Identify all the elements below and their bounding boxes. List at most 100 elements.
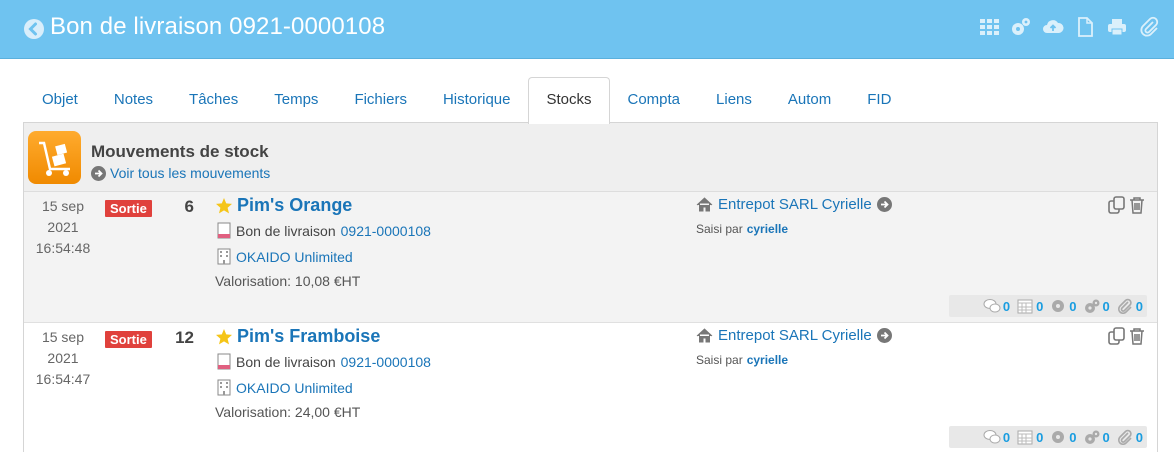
doc-label: Bon de livraison [236,353,336,370]
tasks-count[interactable]: 0 [1049,429,1077,445]
gears-icon [1084,430,1100,444]
delivery-note-icon [217,353,231,370]
valuation-value: 24,00 €HT [294,404,361,420]
duplicate-icon[interactable] [1108,196,1126,214]
gears-icon [1084,299,1100,313]
warehouse-name[interactable]: Entrepot SARL Cyrielle [718,327,872,344]
gear-icon [1052,300,1065,312]
comments-count-value: 0 [1002,298,1011,314]
tab-historique[interactable]: Historique [425,77,529,121]
tab-fid[interactable]: FID [849,77,909,121]
entered-by-user[interactable]: cyrielle [747,353,788,367]
trash-icon[interactable] [1129,327,1145,345]
gear-icon [1052,431,1065,443]
valuation-value: 10,08 €HT [294,273,361,289]
movement-row: 15 sep 2021 16:54:47 Sortie 12 Pim's Fra… [24,322,1157,453]
toolbar [978,16,1160,38]
hand-truck-icon [28,131,81,184]
back-arrow-icon[interactable] [24,19,44,39]
product[interactable]: Pim's Framboise [215,326,380,347]
tab-objet[interactable]: Objet [24,77,96,121]
row-stats: 0 0 0 0 0 [949,295,1147,317]
calendar-count-value: 0 [1036,429,1044,445]
company-name[interactable]: OKAIDO Unlimited [236,249,353,265]
files-count[interactable]: 0 [1116,298,1143,314]
tab-fichiers[interactable]: Fichiers [336,77,425,121]
arrow-right-circle-icon [91,165,106,181]
doc-link[interactable]: Bon de livraison 0921-0000108 [217,222,431,239]
automations-count-value: 0 [1102,298,1110,314]
arrow-right-circle-icon[interactable] [876,328,892,343]
printer-icon[interactable] [1106,16,1128,38]
entered-by: Saisi par cyrielle [696,353,788,367]
doc-ref[interactable]: 0921-0000108 [341,354,431,370]
comments-count[interactable]: 0 [983,298,1010,314]
building-icon [217,379,231,396]
tab-autom[interactable]: Autom [770,77,849,121]
warehouse-link[interactable]: Entrepot SARL Cyrielle [696,327,892,344]
warehouse-name[interactable]: Entrepot SARL Cyrielle [718,196,872,213]
tasks-count[interactable]: 0 [1049,298,1077,314]
paperclip-icon [1117,429,1132,445]
tab-stocks[interactable]: Stocks [528,77,610,124]
panel-header: Mouvements de stock Voir tous les mouvem… [24,123,1157,192]
automations-count[interactable]: 0 [1083,429,1110,445]
warehouse-link[interactable]: Entrepot SARL Cyrielle [696,196,892,213]
tab-liens[interactable]: Liens [698,77,770,121]
header-bar: Bon de livraison 0921-0000108 [0,0,1174,59]
row-actions [1108,327,1145,345]
calendar-count[interactable]: 0 [1016,429,1043,445]
product-name[interactable]: Pim's Orange [237,195,352,216]
tab-temps[interactable]: Temps [256,77,336,121]
movement-row: 15 sep 2021 16:54:48 Sortie 6 Pim's Oran… [24,192,1157,322]
doc-link[interactable]: Bon de livraison 0921-0000108 [217,353,431,370]
comments-icon [983,430,1001,444]
date-day: 15 sep [41,198,85,214]
date-time: 16:54:48 [35,240,91,256]
home-icon [696,328,713,343]
arrow-right-circle-icon[interactable] [876,197,892,212]
cloud-upload-icon[interactable] [1042,16,1064,38]
valuation-label: Valorisation: [215,404,292,420]
date-day: 15 sep [41,329,85,345]
duplicate-icon[interactable] [1108,327,1126,345]
see-all-movements-link[interactable]: Voir tous les mouvements [91,165,270,181]
entered-by: Saisi par cyrielle [696,222,788,236]
product-name[interactable]: Pim's Framboise [237,326,380,347]
tasks-count-value: 0 [1069,429,1077,445]
calendar-icon [1017,299,1033,314]
page-title: Bon de livraison 0921-0000108 [50,13,386,40]
home-icon [696,197,713,212]
automations-count[interactable]: 0 [1083,298,1110,314]
tab-taches[interactable]: Tâches [171,77,256,121]
see-all-label: Voir tous les mouvements [110,165,271,181]
company-link[interactable]: OKAIDO Unlimited [217,248,353,265]
company-name[interactable]: OKAIDO Unlimited [236,380,353,396]
product[interactable]: Pim's Orange [215,195,352,216]
comments-count[interactable]: 0 [983,429,1010,445]
movement-date: 15 sep 2021 16:54:47 [24,327,102,390]
entered-by-user[interactable]: cyrielle [747,222,788,236]
quantity: 12 [175,328,194,347]
tab-notes[interactable]: Notes [96,77,171,121]
paperclip-icon[interactable] [1138,16,1160,38]
doc-ref[interactable]: 0921-0000108 [341,223,431,239]
valuation-label: Valorisation: [215,273,292,289]
quantity: 6 [184,197,194,216]
grid-apps-icon[interactable] [978,16,1000,38]
trash-icon[interactable] [1129,196,1145,214]
panel-title: Mouvements de stock [91,142,269,161]
company-link[interactable]: OKAIDO Unlimited [217,379,353,396]
star-icon [216,197,232,213]
calendar-count[interactable]: 0 [1016,298,1043,314]
entered-by-label: Saisi par [696,353,743,367]
tab-compta[interactable]: Compta [610,77,699,121]
paperclip-icon [1117,298,1132,314]
type-badge: Sortie [105,331,152,348]
files-count-value: 0 [1135,298,1143,314]
row-actions [1108,196,1145,214]
tasks-count-value: 0 [1069,298,1077,314]
gears-icon[interactable] [1010,16,1032,38]
files-count[interactable]: 0 [1116,429,1143,445]
document-icon[interactable] [1074,16,1096,38]
